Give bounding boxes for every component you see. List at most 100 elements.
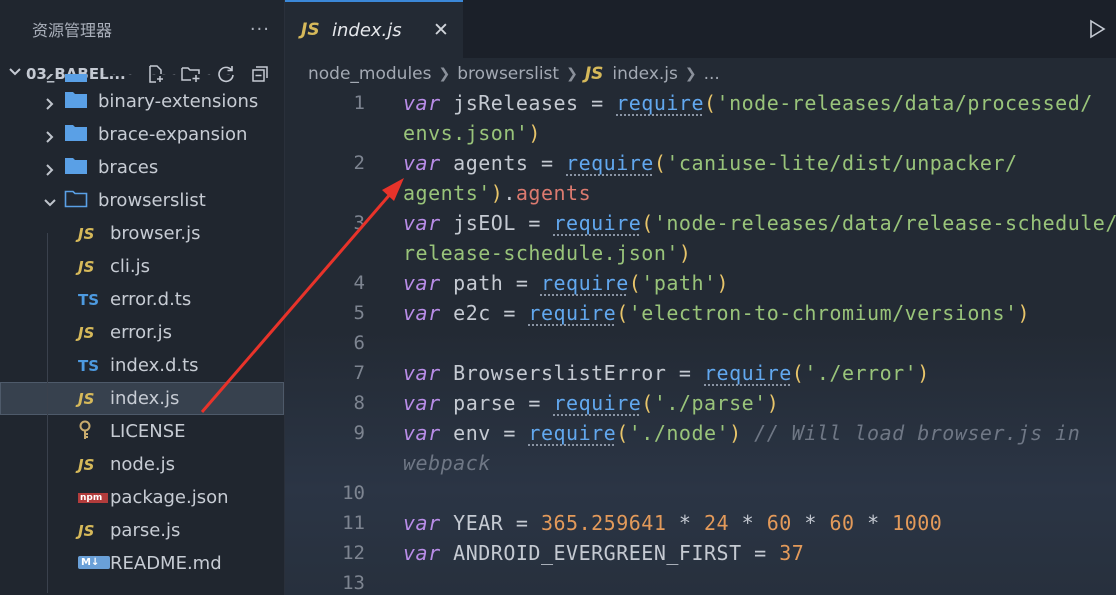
code-line: var ANDROID_EVERGREEN_FIRST = 37 [403, 541, 805, 565]
tree-item-label: binary-extensions [98, 91, 259, 112]
js-file-icon: JS [78, 323, 95, 342]
line-number: 1 [353, 92, 365, 114]
line-number: 12 [342, 542, 365, 564]
chevron-right-icon: ❯ [684, 66, 697, 82]
tree-item-label: error.d.ts [110, 289, 192, 310]
code-line: release-schedule.json') [403, 241, 692, 265]
js-file-icon: JS [78, 455, 95, 474]
line-number: 4 [353, 272, 365, 294]
tree-file-cli-js[interactable]: JS cli.js [0, 250, 284, 283]
tree-file-browser-js[interactable]: JS browser.js [0, 217, 284, 250]
tree-item-label: browserslist [98, 190, 206, 211]
tree-item-label: brace-expansion [98, 124, 248, 145]
tree-item-label: index.d.ts [110, 355, 199, 376]
line-number: 13 [342, 572, 365, 594]
npm-icon: npm [78, 493, 108, 503]
breadcrumb-more[interactable]: ... [704, 64, 720, 84]
code-line: var env = require('./node') // Will load… [403, 421, 1081, 445]
line-number: 9 [353, 422, 365, 444]
code-line: var e2c = require('electron-to-chromium/… [403, 301, 1031, 325]
code-line: var YEAR = 365.259641 * 24 * 60 * 60 * 1… [403, 511, 943, 535]
file-tree: balanced-match binary-extensions brace-e… [0, 74, 284, 580]
tree-folder-binary-extensions[interactable]: binary-extensions [0, 85, 284, 118]
tree-item-label: braces [98, 157, 159, 178]
code-line: var jsEOL = require('node-releases/data/… [403, 211, 1116, 235]
run-icon[interactable] [1088, 19, 1106, 43]
folder-icon [64, 122, 88, 147]
line-number: 10 [342, 482, 365, 504]
more-actions-icon[interactable]: ··· [250, 19, 270, 40]
breadcrumb-file[interactable]: index.js [612, 64, 678, 84]
chevron-right-icon [43, 128, 57, 143]
breadcrumb: node_modules ❯ browserslist ❯ JS index.j… [285, 58, 1116, 90]
chevron-right-icon [43, 95, 57, 110]
code-line: var parse = require('./parse') [403, 391, 780, 415]
tab-label: index.js [332, 19, 402, 41]
tree-item-label: cli.js [110, 256, 150, 277]
code-line: webpack [403, 451, 491, 475]
explorer-title: 资源管理器 [32, 21, 113, 40]
tree-file-parse-js[interactable]: JS parse.js [0, 514, 284, 547]
tree-item-label: browser.js [110, 223, 201, 244]
line-number: 5 [353, 302, 365, 324]
tree-folder-brace-expansion[interactable]: brace-expansion [0, 118, 284, 151]
tree-file-package-json[interactable]: npm package.json [0, 481, 284, 514]
chevron-right-icon [43, 74, 57, 80]
js-file-icon: JS [78, 224, 95, 243]
code-editor[interactable]: 1 2 3 4 5 6 7 8 9 10 11 12 13 var jsRele… [285, 90, 1116, 595]
js-file-icon: JS [78, 521, 95, 540]
markdown-icon: M↓ [78, 556, 110, 569]
tree-file-error-d-ts[interactable]: TS error.d.ts [0, 283, 284, 316]
code-line: var path = require('path') [403, 271, 730, 295]
code-line: var jsReleases = require('node-releases/… [403, 91, 1093, 115]
breadcrumb-browserslist[interactable]: browserslist [457, 64, 559, 84]
license-icon [78, 420, 104, 444]
explorer-header: 资源管理器 ··· [0, 0, 284, 58]
chevron-right-icon: ❯ [566, 66, 578, 82]
tree-item-label: node.js [110, 454, 176, 475]
tree-item-label: package.json [110, 487, 229, 508]
tree-file-index-js[interactable]: JS index.js [0, 382, 284, 415]
tree-item-label: balanced-match [98, 74, 244, 79]
js-file-icon: JS [78, 389, 95, 408]
line-number: 11 [342, 512, 365, 534]
line-number: 2 [353, 152, 365, 174]
code-line: agents').agents [403, 181, 592, 205]
tree-item-label: README.md [110, 553, 222, 574]
tree-file-node-js[interactable]: JS node.js [0, 448, 284, 481]
ts-file-icon: TS [78, 356, 100, 375]
chevron-right-icon: ❯ [438, 66, 451, 82]
line-number: 3 [353, 212, 365, 234]
code-line: var agents = require('caniuse-lite/dist/… [403, 151, 1018, 175]
tree-item-label: index.js [110, 388, 180, 409]
folder-icon [64, 89, 88, 114]
tree-item-label: error.js [110, 322, 173, 343]
tree-file-license[interactable]: LICENSE [0, 415, 284, 448]
chevron-right-icon [43, 161, 57, 176]
tree-folder-browserslist[interactable]: browserslist [0, 184, 284, 217]
folder-open-icon [64, 188, 88, 213]
code-line: var BrowserslistError = require('./error… [403, 361, 930, 385]
tree-item-label: parse.js [110, 520, 181, 541]
indent-guide [47, 233, 48, 593]
tab-index-js[interactable]: JS index.js ✕ [285, 0, 463, 58]
line-number: 6 [353, 332, 365, 354]
editor-tab-bar: JS index.js ✕ [285, 0, 1116, 58]
explorer-sidebar: 资源管理器 ··· 03_BABEL... balanced-match bin… [0, 0, 285, 595]
code-line: envs.json') [403, 121, 541, 145]
tree-item-label: LICENSE [110, 421, 186, 442]
chevron-down-icon [43, 194, 57, 208]
js-file-icon: JS [78, 257, 95, 276]
tree-file-readme-md[interactable]: M↓ README.md [0, 547, 284, 580]
js-file-icon: JS [301, 20, 320, 40]
folder-icon [64, 155, 88, 180]
tree-folder-braces[interactable]: braces [0, 151, 284, 184]
breadcrumb-node-modules[interactable]: node_modules [308, 64, 432, 84]
close-icon[interactable]: ✕ [433, 19, 449, 41]
line-number: 7 [353, 362, 365, 384]
js-file-icon: JS [584, 64, 604, 84]
tree-file-error-js[interactable]: JS error.js [0, 316, 284, 349]
ts-file-icon: TS [78, 290, 100, 309]
line-number: 8 [353, 392, 365, 414]
tree-file-index-d-ts[interactable]: TS index.d.ts [0, 349, 284, 382]
